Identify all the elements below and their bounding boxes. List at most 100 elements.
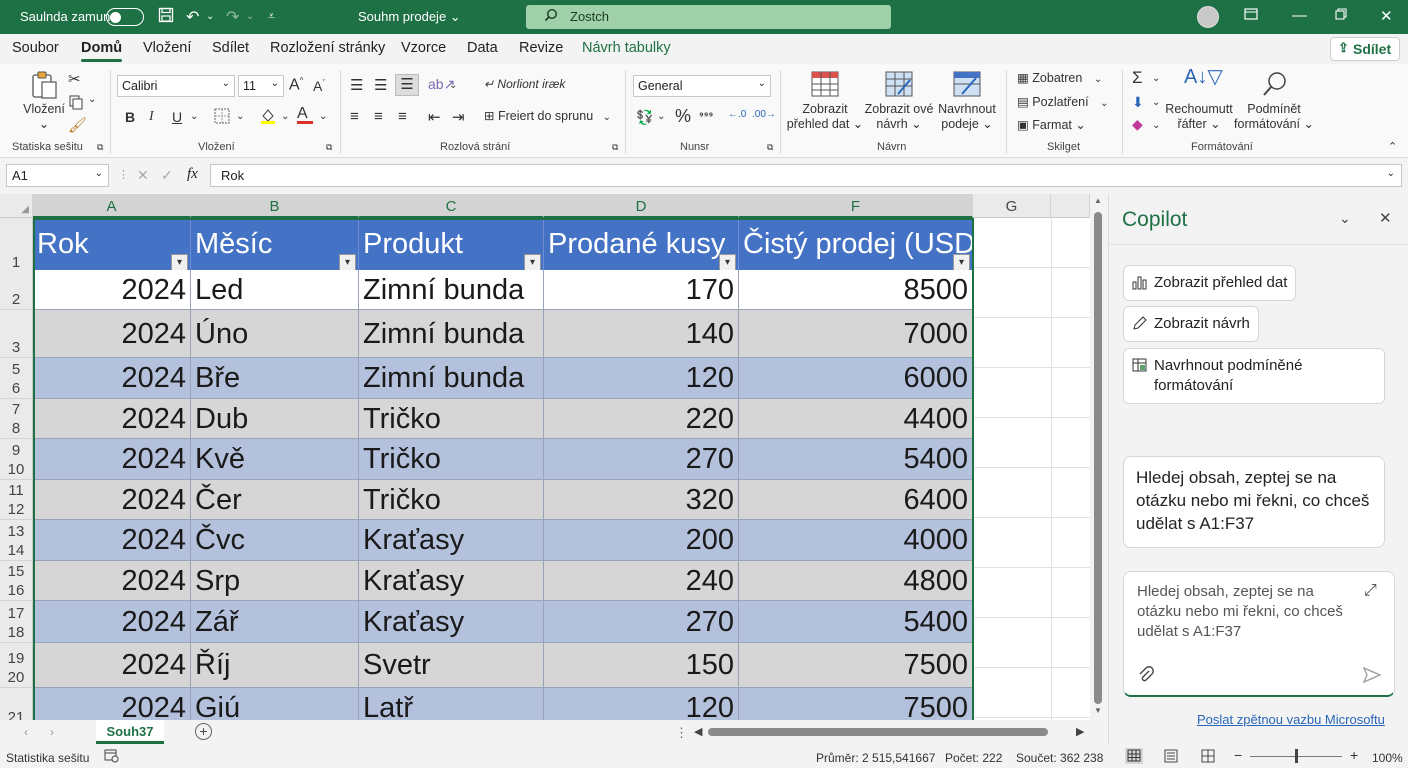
increase-font-icon[interactable]: A^ [289, 76, 303, 94]
table-cell-units[interactable]: 170 [544, 270, 739, 310]
clear-icon[interactable]: ◆ [1132, 116, 1143, 133]
table-cell-product[interactable]: Tričko [359, 480, 544, 520]
status-workbook-stats[interactable]: Statistika sešitu [6, 751, 89, 765]
copy-dropdown-icon[interactable]: ⌄ [88, 94, 96, 105]
close-pane-icon[interactable]: ✕ [1379, 209, 1392, 227]
increase-indent-icon[interactable]: ⇥ [452, 108, 465, 126]
align-right-icon[interactable]: ≡ [398, 108, 407, 125]
fx-icon[interactable]: fx [187, 166, 198, 183]
table-header-month[interactable]: Měsíc [191, 218, 359, 270]
table-cell-month[interactable]: Říj [191, 643, 359, 688]
font-size-select[interactable]: 11 ⌄ [238, 75, 284, 97]
zoom-level[interactable]: 100% [1372, 751, 1403, 765]
autosum-icon[interactable]: Σ [1132, 68, 1143, 88]
normal-view-icon[interactable] [1125, 748, 1143, 764]
table-cell-month[interactable]: Giú [191, 688, 359, 720]
attach-icon[interactable] [1137, 666, 1155, 689]
tab-split-handle-icon[interactable]: ⋮ [675, 725, 688, 741]
align-top-icon[interactable]: ☰ [350, 76, 363, 94]
percent-icon[interactable]: % [675, 106, 691, 127]
send-icon[interactable] [1362, 666, 1382, 689]
tab-data[interactable]: Data [467, 40, 498, 56]
table-cell-units[interactable]: 220 [544, 399, 739, 439]
empty-cells[interactable] [973, 218, 1090, 720]
table-header-year[interactable]: Rok [33, 218, 191, 270]
row-header[interactable]: 11 12 [0, 480, 33, 520]
filter-dropdown-icon[interactable]: ▾ [524, 254, 541, 271]
copy-icon[interactable] [68, 94, 84, 113]
tab-page-layout[interactable]: Rozložení stránky [270, 40, 385, 56]
copilot-compose-box[interactable]: Hledej obsah, zeptej se na otázku nebo m… [1123, 571, 1395, 697]
fill-dropdown-icon[interactable]: ⌄ [1152, 97, 1160, 108]
increase-decimal-icon[interactable]: ←.0 [728, 109, 746, 120]
tab-share[interactable]: Sdílet [212, 40, 249, 56]
table-cell-year[interactable]: 2024 [33, 399, 191, 439]
table-cell-units[interactable]: 270 [544, 601, 739, 643]
cut-icon[interactable]: ✂ [68, 70, 81, 88]
filter-dropdown-icon[interactable]: ▾ [171, 254, 188, 271]
table-cell-month[interactable]: Led [191, 270, 359, 310]
decrease-indent-icon[interactable]: ⇤ [428, 108, 441, 126]
table-header-sales[interactable]: Čistý prodej (USD) [739, 218, 973, 270]
share-button[interactable]: ⇪ Sdílet [1330, 37, 1400, 61]
number-launcher-icon[interactable]: ⧉ [767, 142, 773, 153]
select-all-button[interactable]: ◢ [0, 194, 33, 218]
table-cell-product[interactable]: Zimní bunda [359, 358, 544, 399]
merge-center-button[interactable]: ⊞ Freiert do sprunu ⌄ [484, 108, 611, 123]
format-painter-icon[interactable]: 🖌 [68, 116, 87, 134]
compose-input[interactable]: Hledej obsah, zeptej se na otázku nebo m… [1137, 582, 1357, 642]
tab-formulas[interactable]: Vzorce [401, 40, 446, 56]
search-box[interactable]: Zostch [526, 5, 891, 29]
table-cell-sales[interactable]: 8500 [739, 270, 973, 310]
column-header-a[interactable]: A [33, 194, 191, 218]
table-cell-units[interactable]: 150 [544, 643, 739, 688]
save-icon[interactable] [158, 7, 174, 28]
table-cell-product[interactable]: Zimní bunda [359, 310, 544, 358]
table-cell-sales[interactable]: 7500 [739, 688, 973, 720]
redo-dropdown-icon[interactable]: ⌄ [246, 11, 254, 22]
align-middle-icon[interactable]: ☰ [374, 76, 387, 94]
table-cell-month[interactable]: Čvc [191, 520, 359, 561]
table-cell-product[interactable]: Latř [359, 688, 544, 720]
table-cell-month[interactable]: Dub [191, 399, 359, 439]
zoom-out-icon[interactable]: − [1234, 747, 1242, 763]
table-cell-product[interactable]: Zimní bunda [359, 270, 544, 310]
table-cell-year[interactable]: 2024 [33, 520, 191, 561]
font-launcher-icon[interactable]: ⧉ [326, 142, 332, 153]
row-header[interactable]: 3 [0, 310, 33, 358]
document-title[interactable]: Souhm prodeje ⌄ [358, 9, 461, 25]
column-header-d[interactable]: D [544, 194, 739, 218]
table-cell-year[interactable]: 2024 [33, 270, 191, 310]
autosave-toggle[interactable] [106, 8, 144, 26]
table-cell-units[interactable]: 120 [544, 688, 739, 720]
row-header[interactable]: 7 8 [0, 399, 33, 439]
underline-dropdown-icon[interactable]: ⌄ [190, 111, 198, 122]
fill-color-icon[interactable] [259, 107, 277, 128]
delete-cells-button[interactable]: ▤ Pozlatření ⌄ [1017, 94, 1108, 109]
accessibility-icon[interactable] [104, 749, 119, 766]
table-cell-product[interactable]: Svetr [359, 643, 544, 688]
suggest-sales-button[interactable]: Navrhnout podeje ⌄ [934, 70, 1000, 132]
table-cell-units[interactable]: 240 [544, 561, 739, 601]
fill-icon[interactable]: ⬇ [1132, 94, 1144, 111]
table-cell-year[interactable]: 2024 [33, 561, 191, 601]
clear-dropdown-icon[interactable]: ⌄ [1152, 120, 1160, 131]
align-center-icon[interactable]: ≡ [374, 108, 383, 125]
scroll-right-icon[interactable]: ▶ [1076, 725, 1084, 738]
table-cell-sales[interactable]: 6000 [739, 358, 973, 399]
column-header-f[interactable]: F [739, 194, 973, 218]
table-cell-month[interactable]: Bře [191, 358, 359, 399]
sheet-tab[interactable]: Souh37 [96, 720, 164, 744]
filter-dropdown-icon[interactable]: ▾ [719, 254, 736, 271]
align-left-icon[interactable]: ≡ [350, 108, 359, 125]
table-cell-units[interactable]: 200 [544, 520, 739, 561]
table-cell-month[interactable]: Srp [191, 561, 359, 601]
bold-icon[interactable]: B [125, 109, 135, 125]
page-layout-view-icon[interactable] [1163, 748, 1179, 767]
vertical-scrollbar[interactable]: ▲ ▼ [1090, 194, 1106, 720]
table-cell-sales[interactable]: 5400 [739, 601, 973, 643]
row-header[interactable]: 9 10 [0, 439, 33, 480]
table-cell-sales[interactable]: 4800 [739, 561, 973, 601]
minimize-icon[interactable]: — [1292, 7, 1307, 24]
page-break-view-icon[interactable] [1200, 748, 1216, 767]
